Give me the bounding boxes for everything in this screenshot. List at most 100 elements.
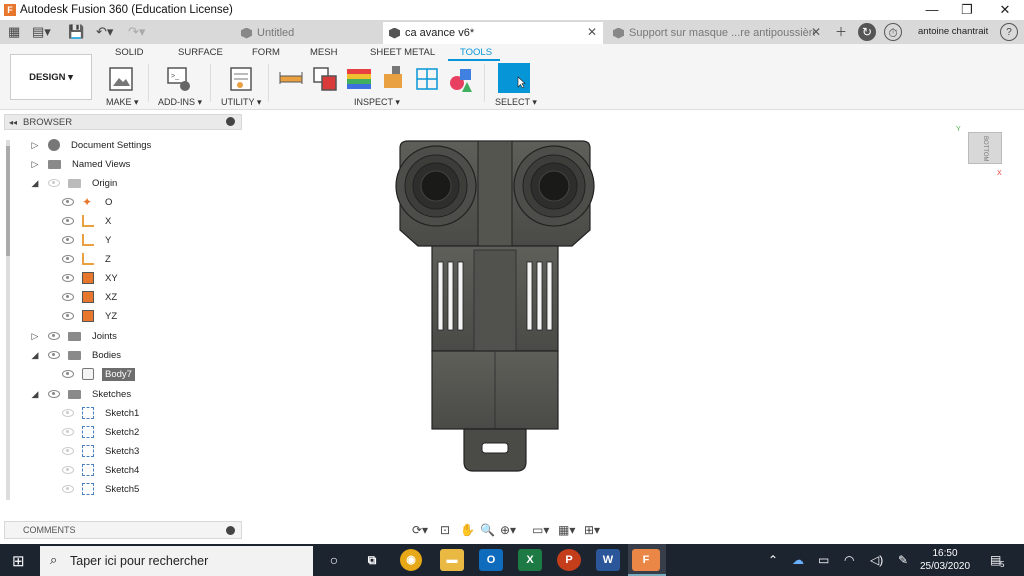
collapse-icon[interactable]: ◢ [30, 350, 40, 360]
excel-icon[interactable]: X [518, 549, 542, 571]
visibility-eye-icon[interactable] [48, 179, 60, 187]
section-analysis-icon[interactable] [414, 66, 440, 92]
make-group-label[interactable]: MAKE ▾ [106, 97, 139, 108]
collapse-icon[interactable]: ◢ [30, 389, 40, 399]
addins-group-label[interactable]: ADD-INS ▾ [158, 97, 202, 108]
3d-print-icon[interactable] [108, 66, 134, 92]
tab-surface[interactable]: SURFACE [178, 47, 223, 58]
taskbar-search-input[interactable]: ⌕ Taper ici pour rechercher [40, 546, 313, 576]
outlook-icon[interactable]: O [479, 549, 503, 571]
tree-item-z-axis[interactable]: Z [62, 251, 114, 267]
grid-settings-icon[interactable]: ▦▾ [558, 523, 575, 537]
tree-item-sketch1[interactable]: Sketch1 [62, 405, 142, 421]
visibility-eye-icon[interactable] [62, 466, 74, 474]
visibility-eye-icon[interactable] [48, 390, 60, 398]
add-comment-icon[interactable] [226, 526, 235, 535]
workspace-switcher[interactable]: DESIGN ▾ [10, 54, 92, 100]
tab-support[interactable]: Support sur masque ...re antipoussière v… [607, 22, 827, 44]
collapse-browser-icon[interactable]: ◂◂ [9, 118, 17, 127]
scripts-addins-icon[interactable]: >_ [166, 66, 192, 92]
minimize-button[interactable]: — [915, 0, 949, 20]
tree-item-xy-plane[interactable]: XY [62, 270, 121, 286]
tab-form[interactable]: FORM [252, 47, 280, 58]
curvature-comb-icon[interactable] [346, 66, 372, 92]
select-group-label[interactable]: SELECT ▾ [495, 97, 537, 108]
browser-header[interactable]: ◂◂ BROWSER [4, 114, 242, 130]
visibility-eye-icon[interactable] [62, 409, 74, 417]
save-icon[interactable]: 💾 [68, 24, 84, 40]
powerpoint-icon[interactable]: P [557, 549, 581, 571]
pen-icon[interactable]: ✎ [898, 553, 908, 567]
cortana-icon[interactable]: ○ [322, 549, 346, 571]
tree-item-xz-plane[interactable]: XZ [62, 289, 120, 305]
display-settings-icon[interactable]: ▭▾ [532, 523, 549, 537]
visibility-eye-icon[interactable] [62, 274, 74, 282]
onedrive-icon[interactable]: ☁ [792, 553, 804, 567]
inspect-group-label[interactable]: INSPECT ▾ [354, 97, 400, 108]
zoom-icon[interactable]: 🔍 [480, 523, 495, 537]
windows-start-icon[interactable]: ⊞ [12, 552, 25, 570]
volume-icon[interactable]: ◁) [870, 553, 883, 567]
utility-icon[interactable] [228, 66, 254, 92]
3d-model-body[interactable] [390, 138, 600, 474]
tree-item-bodies[interactable]: ◢ Bodies [30, 347, 124, 363]
user-name[interactable]: antoine chantrait [918, 26, 988, 37]
help-icon[interactable]: ? [1000, 23, 1018, 41]
battery-icon[interactable]: ▭ [818, 553, 829, 567]
tree-item-sketch3[interactable]: Sketch3 [62, 443, 142, 459]
visibility-eye-icon[interactable] [62, 485, 74, 493]
tab-tools[interactable]: TOOLS [460, 47, 492, 58]
expand-icon[interactable]: ▷ [30, 159, 40, 169]
notifications-icon[interactable]: ⏱ [884, 23, 902, 41]
visibility-eye-icon[interactable] [62, 255, 74, 263]
wifi-icon[interactable]: ◠ [844, 553, 854, 567]
browser-pin-icon[interactable] [226, 117, 235, 126]
file-explorer-icon[interactable]: ▬ [440, 549, 464, 571]
visibility-eye-icon[interactable] [62, 447, 74, 455]
zebra-analysis-icon[interactable] [380, 64, 406, 90]
tree-item-sketches[interactable]: ◢ Sketches [30, 386, 134, 402]
task-view-icon[interactable]: ⧉ [360, 549, 384, 571]
maximize-button[interactable]: ❐ [950, 0, 984, 20]
tree-item-sketch2[interactable]: Sketch2 [62, 424, 142, 440]
visibility-eye-icon[interactable] [62, 312, 74, 320]
fit-icon[interactable]: ⊕▾ [500, 523, 516, 537]
tray-expand-icon[interactable]: ⌃ [768, 553, 778, 567]
viewports-icon[interactable]: ⊞▾ [584, 523, 600, 537]
new-tab-icon[interactable]: ＋ [832, 23, 850, 41]
comments-panel[interactable]: COMMENTS [4, 521, 242, 539]
viewcube[interactable]: BOTTOM [968, 132, 1002, 164]
redo-icon[interactable]: ↷▾ [128, 24, 145, 40]
pan-icon[interactable]: ✋ [460, 523, 475, 537]
job-status-icon[interactable]: ↻ [858, 23, 876, 41]
close-button[interactable]: ✕ [988, 0, 1022, 20]
close-tab-icon[interactable]: ✕ [811, 25, 821, 39]
undo-icon[interactable]: ↶▾ [96, 24, 113, 40]
tree-item-sketch4[interactable]: Sketch4 [62, 462, 142, 478]
tab-untitled[interactable]: Untitled [235, 22, 377, 44]
interference-icon[interactable] [312, 66, 338, 92]
file-menu-icon[interactable]: ▤▾ [32, 24, 51, 40]
visibility-eye-icon[interactable] [62, 236, 74, 244]
component-color-icon[interactable] [448, 66, 474, 92]
tree-item-origin[interactable]: ◢ Origin [30, 175, 120, 191]
tree-item-x-axis[interactable]: X [62, 213, 114, 229]
visibility-eye-icon[interactable] [62, 370, 74, 378]
utility-group-label[interactable]: UTILITY ▾ [221, 97, 261, 108]
measure-icon[interactable] [278, 66, 304, 92]
browser-scroll-thumb[interactable] [6, 146, 10, 256]
look-at-icon[interactable]: ⊡ [440, 523, 450, 537]
visibility-eye-icon[interactable] [62, 198, 74, 206]
tab-sheet-metal[interactable]: SHEET METAL [370, 47, 435, 58]
close-tab-icon[interactable]: ✕ [587, 25, 597, 39]
tree-item-sketch5[interactable]: Sketch5 [62, 481, 142, 497]
tab-mesh[interactable]: MESH [310, 47, 337, 58]
tree-item-yz-plane[interactable]: YZ [62, 308, 120, 324]
visibility-eye-icon[interactable] [48, 351, 60, 359]
tree-item-document-settings[interactable]: ▷ Document Settings [30, 137, 154, 153]
tree-item-origin-point[interactable]: ✦ O [62, 194, 115, 210]
visibility-eye-icon[interactable] [48, 332, 60, 340]
taskbar-clock[interactable]: 16:50 25/03/2020 [920, 547, 970, 573]
visibility-eye-icon[interactable] [62, 428, 74, 436]
expand-icon[interactable]: ▷ [30, 140, 40, 150]
